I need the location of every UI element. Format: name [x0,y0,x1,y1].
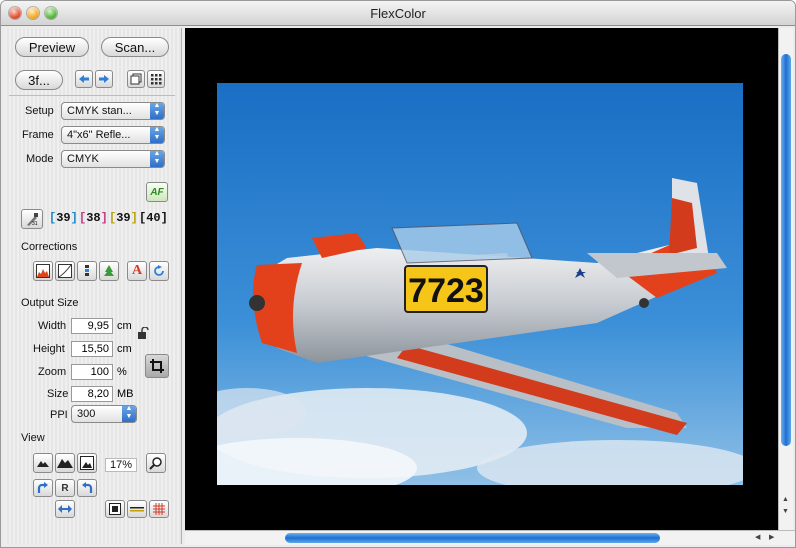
size-value: 8,20 [71,386,113,402]
zoom-unit: % [117,366,127,378]
flexcolor-window: FlexColor Preview Scan... 3f... Setup CM… [0,0,796,548]
ppi-label: PPI [50,409,68,421]
scroll-down-icon[interactable]: ▼ [782,508,789,515]
width-label: Width [38,320,67,332]
popup-arrows-icon: ▲ ▼ [150,151,164,167]
width-unit: cm [117,320,132,332]
scan-button[interactable]: Scan... [101,37,169,57]
reset-orientation-button[interactable]: R [55,479,75,497]
popup-arrows-icon: ▲ ▼ [122,406,136,422]
view-zoom-readout: 17% [105,458,138,472]
setup-value: CMYK stan... [67,105,132,117]
af-label: AF [150,186,164,198]
color-balance-icon[interactable] [77,261,97,281]
frame-popup[interactable]: 4"x6" Refle... ▲ ▼ [61,126,165,144]
guide-lines-icon[interactable] [127,500,147,518]
vertical-scroll-thumb[interactable] [781,54,791,446]
lock-icon[interactable] [137,326,149,344]
zoom-field[interactable]: 100 [71,364,113,380]
mode-value: CMYK [67,153,99,165]
text-tools-icon[interactable]: A [127,261,147,281]
size-label: Size [47,388,69,400]
view-title: View [21,432,45,444]
popup-arrows-icon: ▲ ▼ [150,127,164,143]
setup-popup[interactable]: CMYK stan... ▲ ▼ [61,102,165,120]
reset-corrections-icon[interactable] [149,261,169,281]
rotate-left-icon[interactable] [77,479,97,497]
zoom-out-mountain-icon[interactable] [33,453,53,473]
ppi-popup[interactable]: 300 ▲ ▼ [71,405,137,423]
autofocus-button[interactable]: AF [146,182,168,202]
grid-overlay-icon[interactable] [149,500,169,518]
divider [9,95,175,96]
preview-button[interactable]: Preview [15,37,89,57]
window-title: FlexColor [370,6,426,21]
horizontal-scrollbar[interactable]: ◀ ▶ [185,530,795,545]
density-readout-m: [38] [79,211,108,225]
magnifier-icon[interactable] [146,453,166,473]
arrow-right-icon[interactable] [95,70,113,88]
scroll-left-icon[interactable]: ◀ [755,533,760,541]
height-field[interactable]: 15,50 [71,341,113,357]
size-unit: MB [117,388,134,400]
popup-arrows-icon: ▲ ▼ [150,103,164,119]
gradation-curve-icon[interactable] [55,261,75,281]
corrections-title: Corrections [21,241,78,253]
mode-label: Mode [26,153,54,165]
density-readout-y: [39] [109,211,138,225]
setup-label: Setup [25,105,54,117]
control-sidebar: Preview Scan... 3f... Setup CMYK stan...… [5,28,182,544]
fit-view-icon[interactable] [77,453,97,473]
density-readout-c: [39] [49,211,78,225]
reset-orientation-label: R [61,482,69,494]
output-size-title: Output Size [21,297,79,309]
plane-number-text: 7723 [408,272,484,310]
zoom-label: Zoom [38,366,67,378]
scroll-up-icon[interactable]: ▲ [782,496,789,503]
density-readout-k: [40] [139,211,168,225]
frame-value: 4"x6" Refle... [67,129,131,141]
single-frame-icon[interactable] [127,70,145,88]
flip-horizontal-icon[interactable] [55,500,75,518]
height-unit: cm [117,343,132,355]
preview-image: 7723 [217,83,743,485]
frame-border-icon[interactable] [105,500,125,518]
ppi-value: 300 [77,408,96,420]
densitometer-icon[interactable]: 31 [21,209,43,229]
grid-view-icon[interactable] [147,70,165,88]
scroll-right-icon[interactable]: ▶ [769,533,774,541]
frame-label: Frame [22,129,54,141]
zoom-in-mountain-icon[interactable] [55,453,75,473]
crop-icon[interactable] [145,354,169,378]
arrow-left-icon[interactable] [75,70,93,88]
height-label: Height [33,343,65,355]
title-bar[interactable]: FlexColor [1,1,795,26]
mode-popup[interactable]: CMYK ▲ ▼ [61,150,165,168]
film-type-button[interactable]: 3f... [15,70,63,90]
vertical-scrollbar[interactable]: ▲ ▼ [778,28,793,531]
svg-text:31: 31 [32,221,38,226]
sharpening-icon[interactable] [99,261,119,281]
preview-canvas[interactable]: 7723 [185,28,779,531]
horizontal-scroll-thumb[interactable] [285,533,660,543]
rotate-right-icon[interactable] [33,479,53,497]
histogram-icon[interactable] [33,261,53,281]
width-field[interactable]: 9,95 [71,318,113,334]
